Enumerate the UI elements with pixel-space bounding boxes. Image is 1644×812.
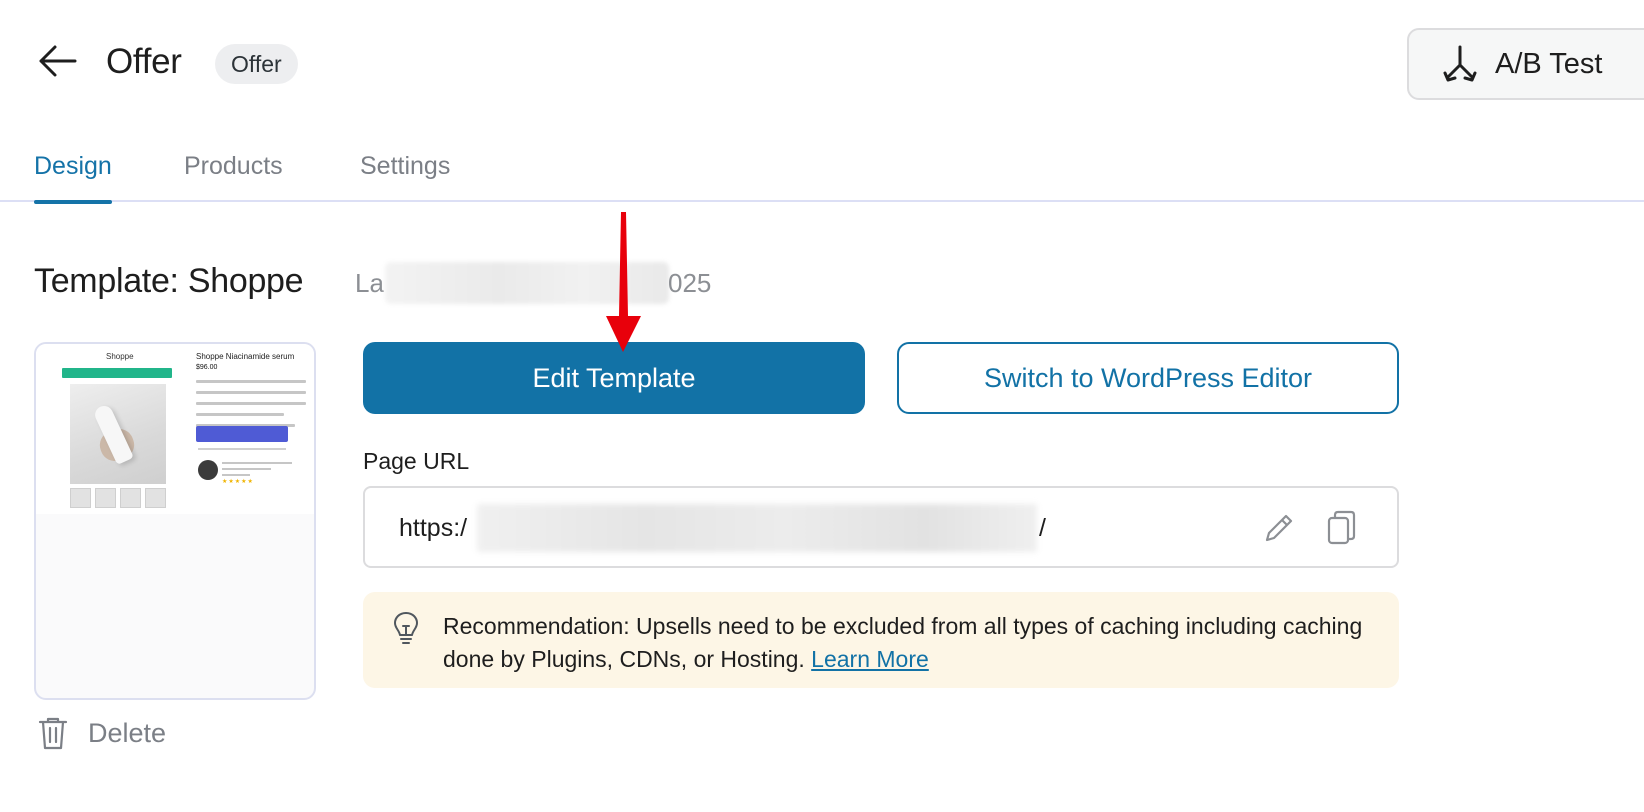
template-meta-end: 025 xyxy=(668,268,712,298)
ab-split-icon xyxy=(1443,45,1477,82)
delete-button[interactable]: Delete xyxy=(38,716,166,750)
switch-editor-button[interactable]: Switch to WordPress Editor xyxy=(897,342,1399,414)
thumbnail-avatar xyxy=(198,460,218,480)
status-badge: Offer xyxy=(215,44,298,84)
thumbnail-stars: ★★★★★ xyxy=(222,479,254,485)
redacted-meta xyxy=(385,262,669,304)
page-url-value-end: / xyxy=(1039,514,1046,542)
tab-bar: Design Products Settings xyxy=(0,140,1644,204)
page-url-field[interactable]: https:/ / xyxy=(363,486,1399,568)
tab-design[interactable]: Design xyxy=(34,152,112,204)
thumbnail-note xyxy=(198,448,286,450)
thumbnail-banner xyxy=(62,368,172,378)
lightbulb-icon xyxy=(394,612,418,644)
arrow-left-icon xyxy=(39,45,77,77)
delete-label: Delete xyxy=(88,717,167,748)
edit-url-button[interactable] xyxy=(1259,508,1299,548)
template-thumbnail[interactable]: Shoppe Shoppe Niacinamide serum $96.00 ★… xyxy=(34,342,316,700)
thumbnail-cta xyxy=(196,426,288,442)
ab-test-button[interactable]: A/B Test xyxy=(1407,28,1644,100)
template-meta-start: La xyxy=(355,268,384,298)
recommendation-notice: Recommendation: Upsells need to be exclu… xyxy=(363,592,1399,688)
ab-test-label: A/B Test xyxy=(1495,47,1603,80)
pencil-icon xyxy=(1265,514,1293,542)
page-title: Offer xyxy=(106,42,182,81)
trash-icon xyxy=(38,717,68,750)
learn-more-link[interactable]: Learn More xyxy=(811,646,929,672)
thumbnail-gallery xyxy=(70,488,166,508)
edit-template-button[interactable]: Edit Template xyxy=(363,342,865,414)
thumbnail-product-title: Shoppe Niacinamide serum xyxy=(196,352,295,361)
page-url-label: Page URL xyxy=(363,448,470,474)
thumbnail-brand: Shoppe xyxy=(106,352,134,361)
thumbnail-preview: Shoppe Shoppe Niacinamide serum $96.00 ★… xyxy=(36,344,314,514)
tab-products[interactable]: Products xyxy=(184,152,283,202)
redacted-url xyxy=(477,504,1037,552)
tab-settings[interactable]: Settings xyxy=(360,152,450,202)
back-button[interactable] xyxy=(36,40,78,82)
copy-url-button[interactable] xyxy=(1321,508,1361,548)
copy-icon xyxy=(1327,510,1356,545)
notice-text-block: Recommendation: Upsells need to be exclu… xyxy=(443,610,1383,676)
page-url-value-start: https:/ xyxy=(399,514,468,542)
template-title: Template: Shoppe xyxy=(34,262,304,300)
thumbnail-price: $96.00 xyxy=(196,364,218,371)
